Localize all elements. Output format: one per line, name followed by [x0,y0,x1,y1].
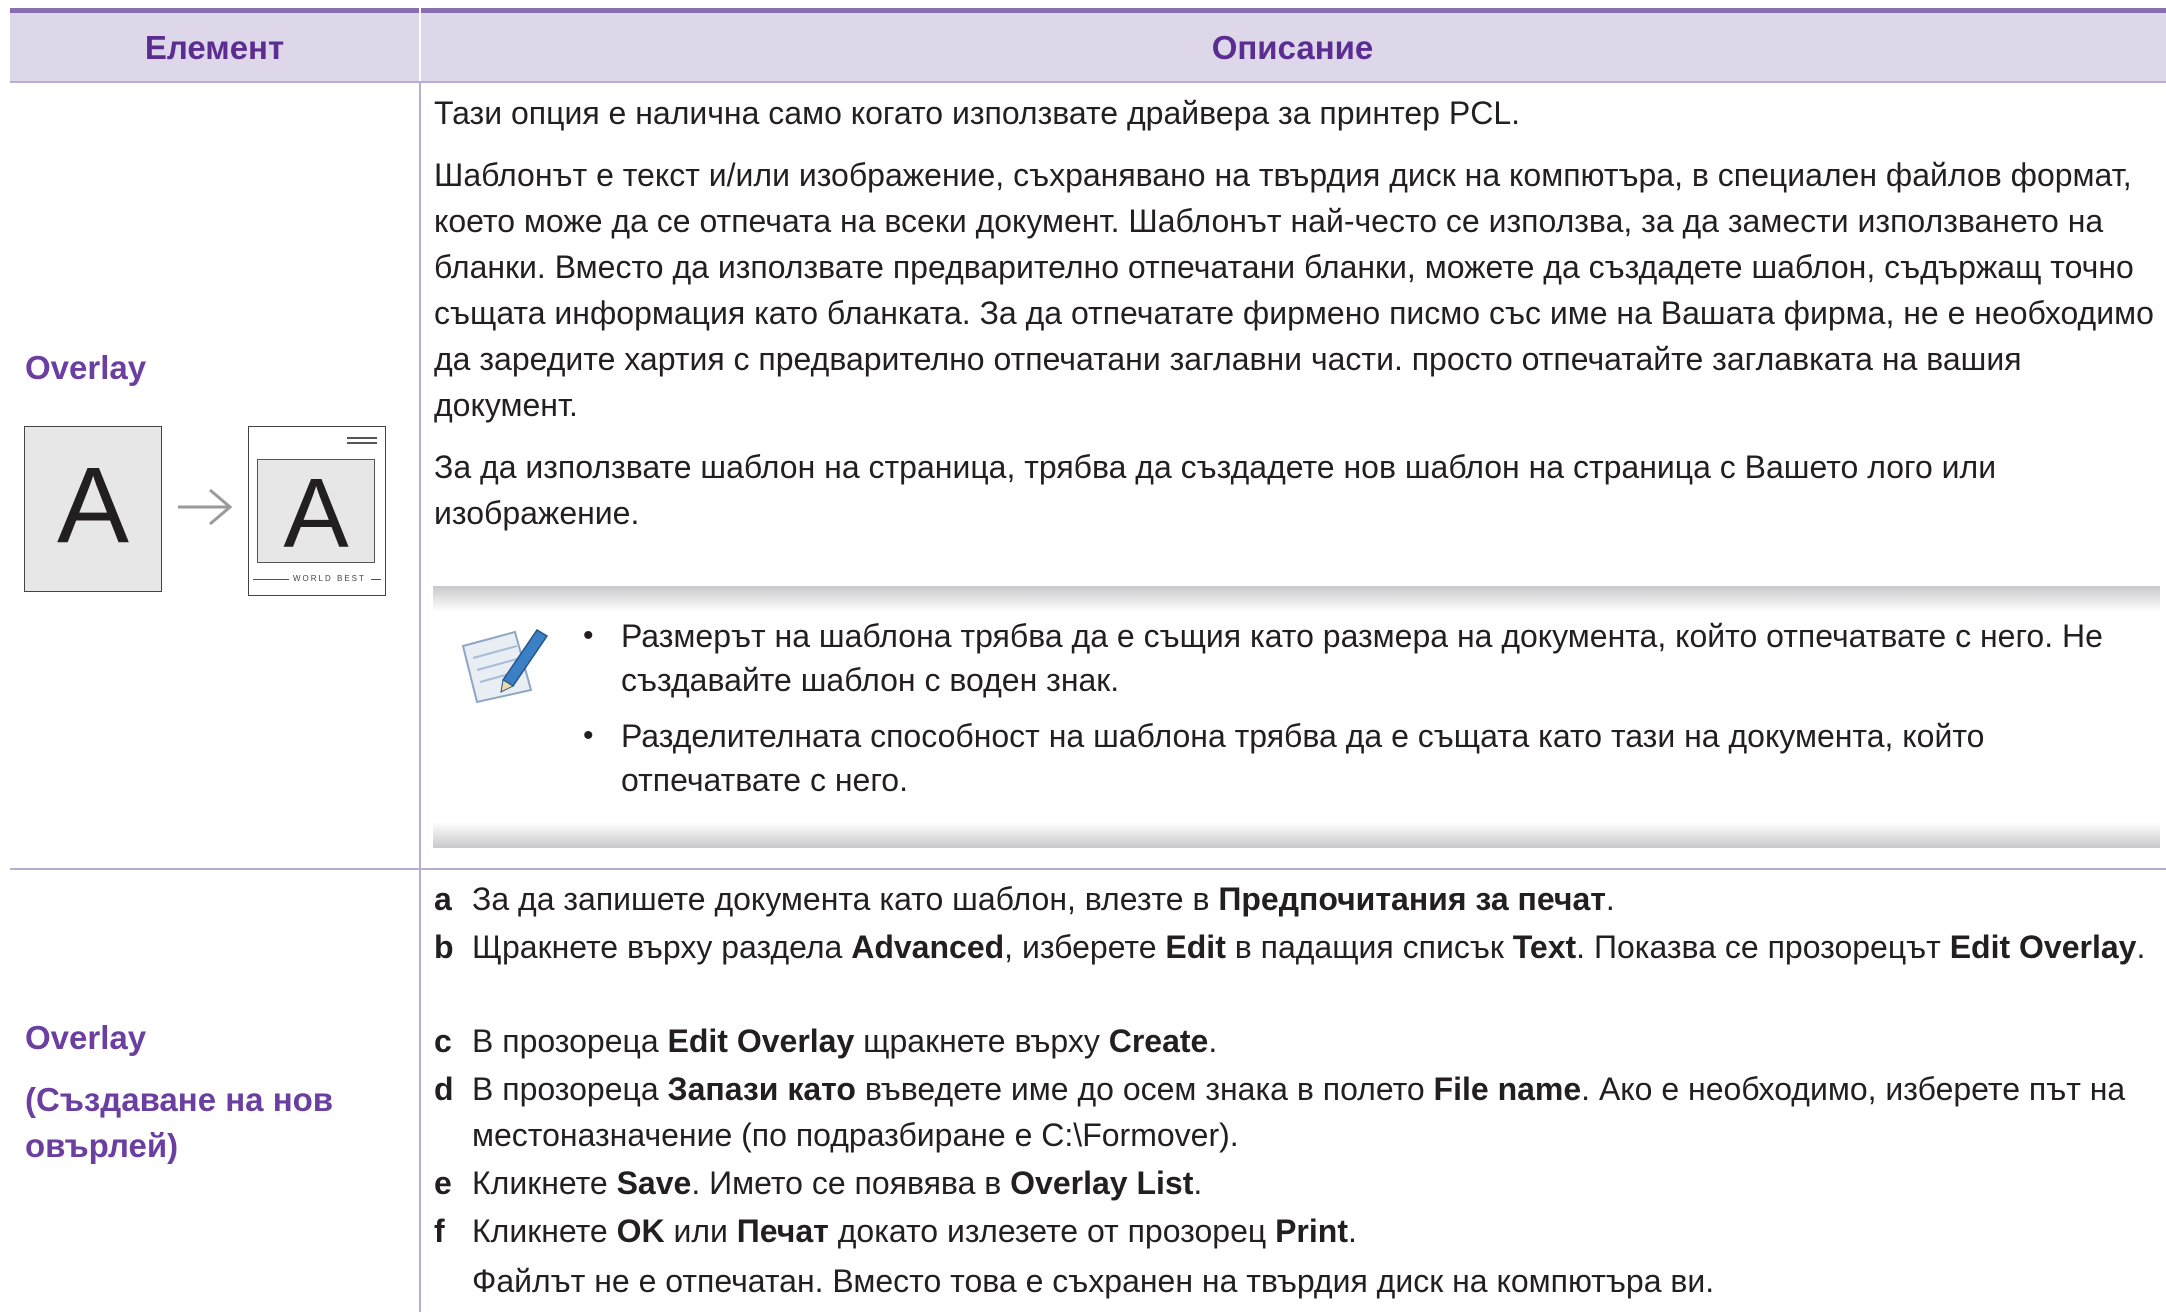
column-divider [419,8,421,1312]
step-letter: a [434,881,452,917]
arrow-right-icon [178,488,233,526]
source-page-icon: A [24,426,162,592]
note-bullet-2: • Разделителната способност на шаблона т… [583,714,2158,802]
step-c: c В прозореца Edit Overlay щракнете върх… [434,1018,2154,1064]
overlay-content-box: A [257,458,375,568]
header-rule [10,81,2166,83]
bullet-dot: • [583,619,594,652]
overlay-letter: A [283,458,349,568]
step-a: a За да запишете документа като шаблон, … [434,876,2154,922]
watermark-text: WORLD BEST [293,574,366,583]
row2-label: Overlay [25,1019,147,1056]
bullet-dot: • [583,719,594,752]
row1-label: Overlay [25,349,147,386]
paragraph-pcl: Тази опция е налична само когато използв… [434,95,1520,131]
step-letter: e [434,1165,452,1201]
step-d: d В прозореца Запази като въведете име д… [434,1066,2154,1158]
note-shadow-bottom [433,822,2160,848]
overlay-illustration: A A WORLD BEST [24,424,386,596]
header-element: Елемент [144,29,285,66]
note-box: • Размерът на шаблона трябва да е същия … [433,586,2160,848]
paragraph-usage: За да използвате шаблон на страница, тря… [434,449,1997,531]
note-shadow-top [433,586,2160,612]
table-header: Елемент Описание [10,8,2166,82]
header-column-gap [419,8,421,82]
row-divider [10,868,2166,870]
step-letter: f [434,1213,445,1249]
overlay-page-icon: A WORLD BEST [248,426,386,596]
header-description: Описание [1211,29,1374,66]
step-b: b Щракнете върху раздела Advanced, избер… [434,924,2154,970]
paragraph-overlay-desc: Шаблонът е текст и/или изображение, съхр… [434,157,2154,423]
step-letter: d [434,1071,454,1107]
final-note-text: Файлът не е отпечатан. Вместо това е съх… [472,1263,1715,1299]
step-letter: c [434,1023,452,1059]
watermark: WORLD BEST [253,573,381,585]
page-letter: A [56,444,130,565]
row2-sublabel-1: (Създаване на нов [25,1081,334,1118]
document-page: Елемент Описание Overlay A A WORLD BEST … [0,0,2166,1312]
step-f-result: Файлът не е отпечатан. Вместо това е съх… [434,1258,2154,1304]
note-bullet-text: Разделителната способност на шаблона тря… [621,718,1985,798]
step-f: f Кликнете OK или Печат докато излезете … [434,1208,2154,1254]
logo-lines-icon [347,437,377,447]
step-e: e Кликнете Save. Името се появява в Over… [434,1160,2154,1206]
note-bullet-1: • Размерът на шаблона трябва да е същия … [583,614,2158,702]
step-letter: b [434,929,454,965]
note-pencil-icon [461,628,549,704]
row2-sublabel-2: овърлей) [25,1127,179,1164]
note-bullet-text: Размерът на шаблона трябва да е същия ка… [621,618,2103,698]
